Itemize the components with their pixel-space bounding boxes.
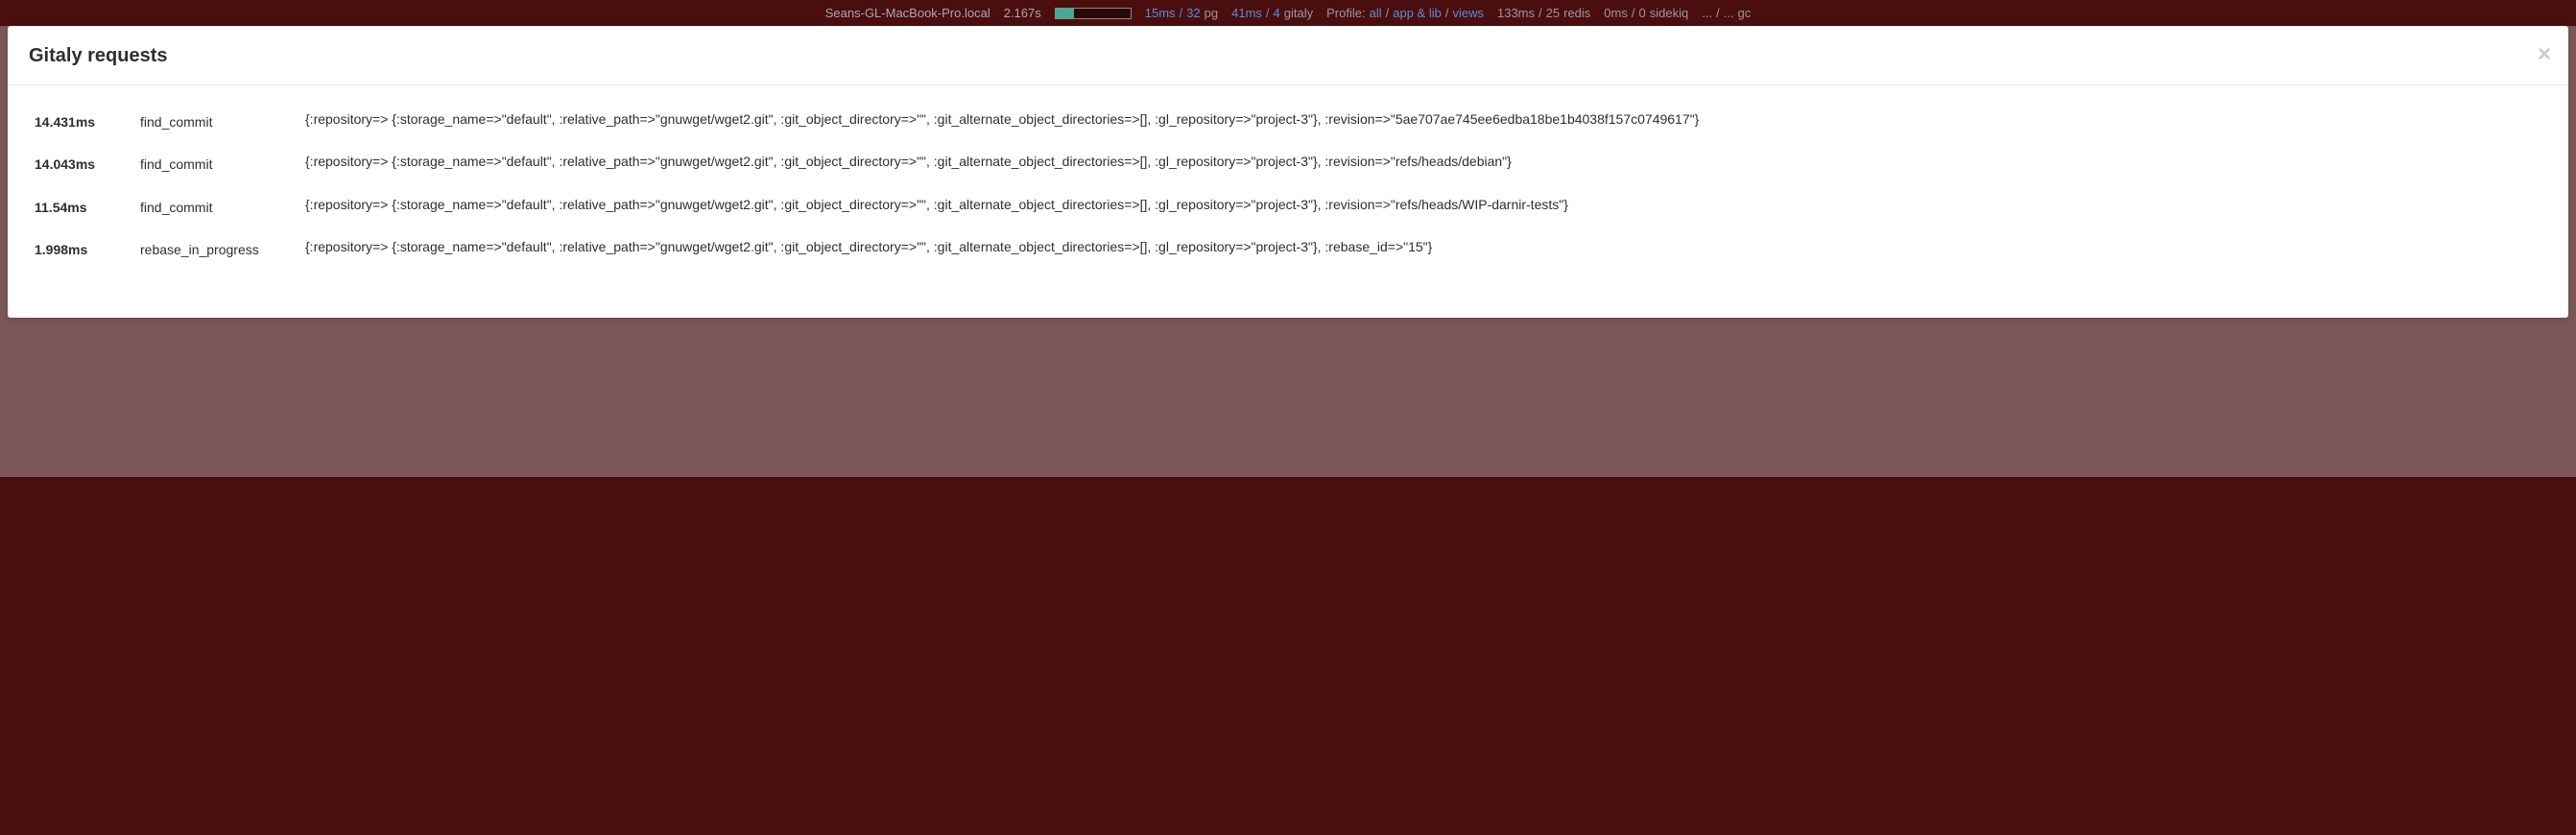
gitaly-requests-modal: Gitaly requests × 14.431msfind_commit{:r… (8, 26, 2568, 318)
profiler-total-time: 2.167s (1004, 6, 1041, 20)
profile-views[interactable]: views (1452, 6, 1484, 20)
progress-meter (1055, 8, 1132, 19)
request-duration: 11.54ms (35, 194, 140, 215)
close-button[interactable]: × (2538, 43, 2551, 66)
sep: / (1632, 6, 1635, 20)
request-duration: 14.431ms (35, 108, 140, 130)
request-details: {:repository=> {:storage_name=>"default"… (305, 236, 2541, 257)
request-details: {:repository=> {:storage_name=>"default"… (305, 194, 2541, 215)
profiler-profile: Profile: all / app & lib / views (1326, 6, 1484, 20)
modal-body: 14.431msfind_commit{:repository=> {:stor… (8, 85, 2568, 289)
profiler-gc[interactable]: ... / ... gc (1702, 6, 1751, 20)
request-row: 14.043msfind_commit{:repository=> {:stor… (35, 151, 2541, 172)
request-row: 11.54msfind_commit{:repository=> {:stora… (35, 194, 2541, 215)
gc-right: ... (1724, 6, 1734, 20)
request-method: rebase_in_progress (140, 236, 305, 257)
gitaly-time: 41ms (1231, 6, 1262, 20)
profiler-sidekiq[interactable]: 0ms / 0 sidekiq (1604, 6, 1688, 20)
request-row: 1.998msrebase_in_progress{:repository=> … (35, 236, 2541, 257)
modal-overlay: Gitaly requests × 14.431msfind_commit{:r… (0, 26, 2576, 477)
pg-label: pg (1205, 6, 1218, 20)
profile-all[interactable]: all (1370, 6, 1382, 20)
sidekiq-label: sidekiq (1650, 6, 1688, 20)
pg-time: 15ms (1145, 6, 1176, 20)
profiler-redis[interactable]: 133ms / 25 redis (1497, 6, 1590, 20)
profile-label: Profile: (1326, 6, 1365, 20)
profiler-pg[interactable]: 15ms / 32 pg (1145, 6, 1218, 20)
redis-time: 133ms (1497, 6, 1535, 20)
redis-label: redis (1563, 6, 1590, 20)
request-duration: 1.998ms (35, 236, 140, 257)
request-details: {:repository=> {:storage_name=>"default"… (305, 108, 2541, 130)
profiler-gitaly[interactable]: 41ms / 4 gitaly (1231, 6, 1313, 20)
request-row: 14.431msfind_commit{:repository=> {:stor… (35, 108, 2541, 130)
gitaly-label: gitaly (1284, 6, 1313, 20)
request-duration: 14.043ms (35, 151, 140, 172)
profile-app-lib[interactable]: app & lib (1393, 6, 1442, 20)
sep: / (1266, 6, 1270, 20)
close-icon: × (2538, 41, 2551, 67)
sep: / (1180, 6, 1183, 20)
gc-left: ... (1702, 6, 1712, 20)
pg-count: 32 (1186, 6, 1200, 20)
profiler-bar: Seans-GL-MacBook-Pro.local 2.167s 15ms /… (0, 0, 2576, 26)
sep: / (1445, 6, 1449, 20)
request-method: find_commit (140, 108, 305, 130)
sep: / (1538, 6, 1542, 20)
sep: / (1386, 6, 1390, 20)
gitaly-count: 4 (1274, 6, 1280, 20)
profiler-host: Seans-GL-MacBook-Pro.local (825, 6, 990, 20)
redis-count: 25 (1546, 6, 1560, 20)
request-details: {:repository=> {:storage_name=>"default"… (305, 151, 2541, 172)
gc-label: gc (1738, 6, 1752, 20)
request-method: find_commit (140, 194, 305, 215)
request-method: find_commit (140, 151, 305, 172)
sep: / (1716, 6, 1720, 20)
sidekiq-time: 0ms (1604, 6, 1628, 20)
sidekiq-count: 0 (1638, 6, 1645, 20)
modal-title: Gitaly requests (29, 45, 2541, 67)
modal-header: Gitaly requests × (8, 26, 2568, 85)
